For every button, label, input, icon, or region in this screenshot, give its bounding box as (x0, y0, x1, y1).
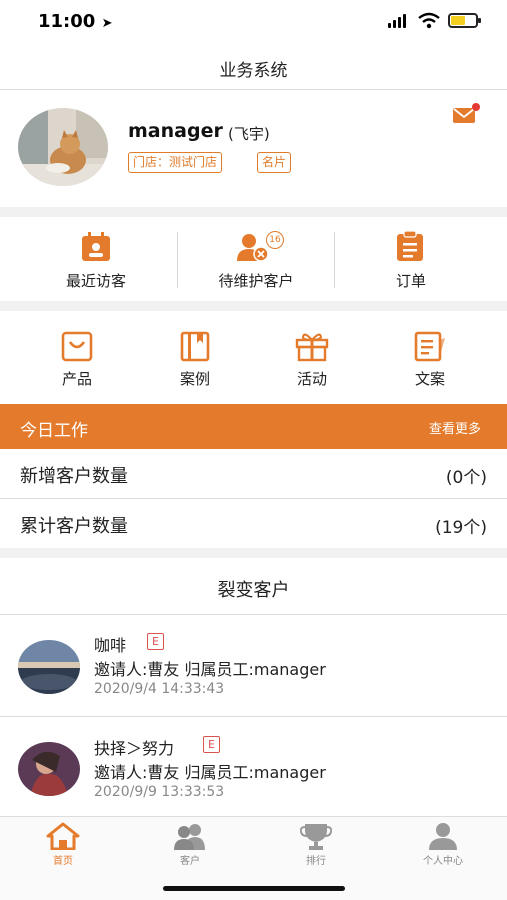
user-remove-icon (237, 234, 269, 262)
view-more-link[interactable]: 查看更多 (429, 418, 481, 437)
users-icon (174, 824, 205, 850)
card-tag[interactable]: 名片 (257, 152, 292, 173)
referral-tag: E (147, 633, 164, 650)
section-gap (0, 548, 507, 558)
username: manager (128, 120, 223, 142)
home-indicator (163, 886, 345, 891)
tab-label: 个人中心 (423, 856, 463, 867)
menu-label: 文案 (414, 370, 445, 388)
section-gap (0, 301, 507, 311)
referral-title: 裂变客户 (217, 580, 290, 601)
section-gap (0, 207, 507, 217)
tab-label: 排行 (306, 856, 326, 867)
referral-time: 2020/9/4 14:33:43 (94, 681, 225, 697)
quick-action-label: 订单 (395, 272, 426, 290)
avatar (18, 640, 80, 694)
referral-time: 2020/9/9 13:33:53 (94, 784, 225, 800)
person-icon (429, 823, 457, 850)
quick-action-label: 最近访客 (65, 272, 126, 290)
book-icon (180, 331, 210, 362)
calendar-icon (82, 232, 110, 261)
app-screen: 11:00 ➤ 业务系统 manager (飞宇) 门店：测试门店 名片 最近访… (0, 0, 507, 900)
wifi-icon (418, 12, 440, 29)
menu-label: 案例 (179, 370, 210, 388)
avatar (18, 742, 80, 796)
gift-icon (295, 333, 329, 362)
menu-label: 活动 (296, 370, 327, 388)
home-icon (46, 822, 80, 850)
today-work-title: 今日工作 (20, 421, 88, 441)
tab-label: 客户 (180, 856, 200, 867)
store-tag: 门店：测试门店 (128, 152, 223, 173)
battery-icon (448, 13, 481, 28)
avatar[interactable] (18, 108, 108, 186)
new-customers-value: (0个) (445, 468, 487, 488)
status-time: 11:00 ➤ (38, 11, 113, 32)
bag-icon (61, 331, 93, 362)
referral-name: 抉择＞努力 (94, 739, 175, 758)
tab-label: 首页 (53, 856, 73, 867)
pending-count-badge: 16 (266, 231, 284, 249)
page-title: 业务系统 (219, 61, 288, 81)
total-customers-label: 累计客户数量 (20, 516, 128, 537)
referral-tag: E (203, 736, 220, 753)
mail-icon[interactable] (452, 102, 482, 126)
document-icon (414, 331, 445, 362)
nickname: (飞宇) (228, 125, 270, 143)
menu-label: 产品 (61, 370, 92, 388)
quick-action-label: 待维护客户 (218, 272, 294, 290)
trophy-icon (300, 824, 332, 850)
referral-info: 邀请人:曹友 归属员工:manager (94, 660, 326, 679)
clipboard-icon (397, 230, 423, 261)
header-divider (0, 89, 507, 90)
referral-info: 邀请人:曹友 归属员工:manager (94, 763, 326, 782)
new-customers-label: 新增客户数量 (20, 466, 128, 487)
referral-name: 咖啡 (94, 636, 127, 655)
row-divider (0, 498, 507, 499)
signal-icon (388, 14, 406, 28)
total-customers-value: (19个) (435, 518, 487, 538)
